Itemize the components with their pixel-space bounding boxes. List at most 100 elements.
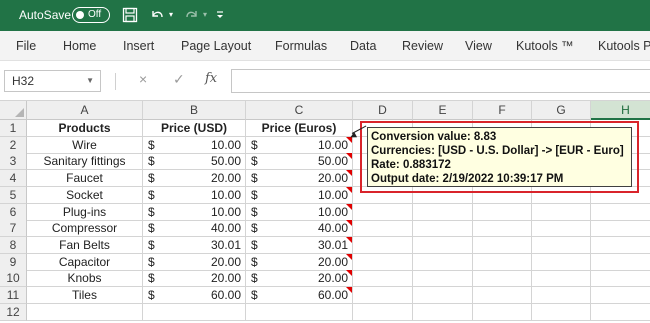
comment-indicator-icon[interactable] [346,287,352,293]
column-header-c[interactable]: C [246,101,353,120]
cell-g9[interactable] [532,253,591,271]
cell-a11[interactable]: Tiles [27,287,143,304]
cell-c1[interactable]: Price (Euros) [246,120,353,137]
tab-file[interactable]: File [16,39,36,53]
name-box[interactable]: H32 ▼ [4,70,101,92]
cell-h11[interactable] [591,287,650,304]
customize-toolbar-icon[interactable] [214,5,226,25]
chevron-down-icon[interactable]: ▼ [86,76,94,85]
formula-input[interactable] [231,69,650,93]
save-icon[interactable] [120,5,140,25]
cell-a1[interactable]: Products [27,120,143,137]
column-header-g[interactable]: G [532,101,591,120]
cell-c5[interactable]: $10.00 [246,186,353,204]
cell-g8[interactable] [532,236,591,254]
column-header-d[interactable]: D [353,101,413,120]
cell-f11[interactable] [473,287,532,304]
undo-icon[interactable] [148,5,166,25]
cell-c10[interactable]: $20.00 [246,270,353,288]
tab-view[interactable]: View [465,39,492,53]
redo-dropdown-icon[interactable]: ▾ [200,5,210,25]
cancel-icon[interactable]: × [139,71,147,87]
cell-g7[interactable] [532,220,591,238]
cell-d5[interactable] [353,186,413,204]
cell-b2[interactable]: $10.00 [143,136,246,154]
cell-h6[interactable] [591,204,650,221]
tab-home[interactable]: Home [63,39,96,53]
row-header-12[interactable]: 12 [0,303,27,321]
row-header-11[interactable]: 11 [0,287,27,304]
cell-f10[interactable] [473,270,532,288]
tab-data[interactable]: Data [350,39,376,53]
row-header-1[interactable]: 1 [0,120,27,137]
cell-e6[interactable] [413,203,473,221]
cell-f9[interactable] [473,253,532,271]
cell-a5[interactable]: Socket [27,186,143,204]
row-header-3[interactable]: 3 [0,153,27,171]
cell-b8[interactable]: $30.01 [143,236,246,254]
comment-indicator-icon[interactable] [346,270,352,277]
cell-c2[interactable]: $10.00 [246,136,353,154]
cell-h8[interactable] [591,237,650,254]
cell-a12[interactable] [27,303,143,321]
autosave-toggle[interactable]: Off [72,7,110,23]
cell-b1[interactable]: Price (USD) [143,120,246,137]
column-header-h[interactable]: H [591,101,650,120]
redo-icon[interactable] [183,5,201,25]
cell-c3[interactable]: $50.00 [246,153,353,171]
cell-b5[interactable]: $10.00 [143,186,246,204]
insert-function-icon[interactable]: fx [205,71,217,86]
cell-b4[interactable]: $20.00 [143,170,246,188]
cell-g11[interactable] [532,287,591,304]
cell-b12[interactable] [143,303,246,321]
comment-indicator-icon[interactable] [346,186,352,193]
column-header-e[interactable]: E [413,101,473,120]
cell-a6[interactable]: Plug-ins [27,203,143,221]
row-header-6[interactable]: 6 [0,203,27,221]
row-header-8[interactable]: 8 [0,236,27,254]
cell-e11[interactable] [413,287,473,304]
cell-a2[interactable]: Wire [27,136,143,154]
comment-indicator-icon[interactable] [346,203,352,210]
cell-b6[interactable]: $10.00 [143,203,246,221]
column-header-f[interactable]: F [473,101,532,120]
column-header-b[interactable]: B [143,101,246,120]
cell-c4[interactable]: $20.00 [246,170,353,188]
comment-indicator-icon[interactable] [346,236,352,243]
tab-kutools[interactable]: Kutools ™ [516,39,574,53]
cell-b3[interactable]: $50.00 [143,153,246,171]
tab-page-layout[interactable]: Page Layout [181,39,251,53]
cell-c9[interactable]: $20.00 [246,253,353,271]
cell-d12[interactable] [353,303,413,321]
cell-d10[interactable] [353,270,413,288]
cell-f7[interactable] [473,220,532,238]
cell-a4[interactable]: Faucet [27,170,143,188]
cell-d7[interactable] [353,220,413,238]
cell-b9[interactable]: $20.00 [143,253,246,271]
cell-e10[interactable] [413,270,473,288]
cell-e7[interactable] [413,220,473,238]
cell-g6[interactable] [532,203,591,221]
comment-indicator-icon[interactable] [346,170,352,177]
cell-c7[interactable]: $40.00 [246,220,353,238]
cell-h5[interactable] [591,187,650,204]
cell-e9[interactable] [413,253,473,271]
cell-b10[interactable]: $20.00 [143,270,246,288]
tab-kutools-plus[interactable]: Kutools P [598,39,650,53]
row-header-9[interactable]: 9 [0,253,27,271]
cell-c8[interactable]: $30.01 [246,236,353,254]
row-header-7[interactable]: 7 [0,220,27,238]
cell-f8[interactable] [473,236,532,254]
select-all-button[interactable] [0,101,27,120]
cell-e8[interactable] [413,236,473,254]
cell-a10[interactable]: Knobs [27,270,143,288]
cell-e12[interactable] [413,303,473,321]
cell-h10[interactable] [591,270,650,288]
cell-d6[interactable] [353,203,413,221]
enter-icon[interactable]: ✓ [173,71,185,88]
row-header-10[interactable]: 10 [0,270,27,288]
comment-indicator-icon[interactable] [346,253,352,260]
cell-c12[interactable] [246,303,353,321]
cell-h9[interactable] [591,254,650,271]
cell-c6[interactable]: $10.00 [246,203,353,221]
